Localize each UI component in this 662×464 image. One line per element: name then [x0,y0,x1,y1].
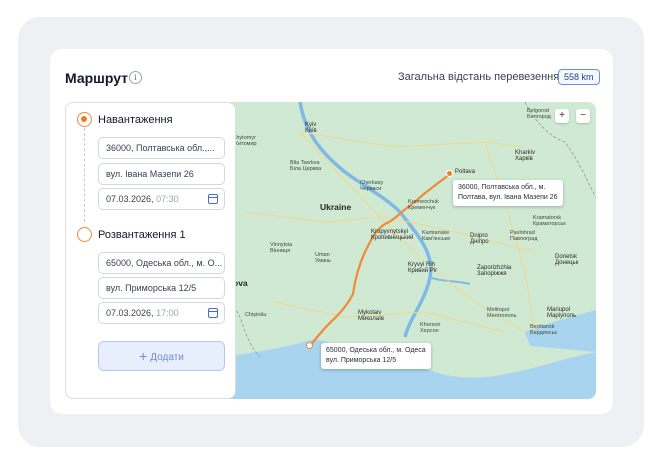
calendar-icon[interactable] [208,308,218,318]
map-label-mariupol: Mariupol Маріуполь [547,307,577,319]
route-connector [84,128,85,222]
map-label-kamianske: Kamianske Кам'янське [422,230,451,242]
loading-datetime-field[interactable]: 07.03.2026, 07:30 [98,188,225,210]
total-distance-badge: 558 km [558,69,600,85]
map-label-poltava: Poltava [455,169,476,175]
unloading-address-field[interactable]: 65000, Одеська обл., м. О... [98,252,225,274]
loading-street-field[interactable]: вул. Івана Мазепи 26 [98,163,225,185]
add-stop-label: Додати [150,352,184,363]
loading-time-value: 07:30 [156,194,179,204]
end-point-tooltip: 65000, Одеська обл., м. Одеса вул. Примо… [321,343,431,369]
route-end-pin[interactable] [306,342,313,349]
unloading-street-field[interactable]: вул. Приморська 12/5 [98,277,225,299]
map-label-cherkasy: Cherkasy Черкаси [360,180,384,192]
calendar-icon[interactable] [208,194,218,204]
plus-icon: + [139,348,148,364]
end-tooltip-line2: вул. Приморська 12/5 [326,357,397,364]
map-label-uman: Uman Умань [315,252,331,264]
map-label-kramatorsk: Kramatorsk Краматорськ [533,215,566,227]
unloading-time-value: 17:00 [156,308,179,318]
zoom-in-button[interactable]: + [555,109,569,123]
map-label-pavlohrad: Pavlohrad Павлоград [510,230,538,242]
map-label-kyiv: Kyiv Київ [305,122,317,134]
start-tooltip-line1: 36000, Полтавська обл., м. [458,184,546,191]
map-label-zhytomyr: Zhytomyr Житомир [233,135,257,147]
loading-stop-title: Навантаження [98,114,173,126]
map-label-kharkiv: Kharkiv Харків [515,150,536,162]
end-tooltip-line1: 65000, Одеська обл., м. Одеса [326,347,426,354]
map-label-dnipro: Dnipro Дніпро [470,233,489,245]
route-start-pin[interactable] [446,170,453,177]
add-stop-button[interactable]: + Додати [98,341,225,371]
info-icon[interactable]: i [129,71,142,84]
unloading-stop-title: Розвантаження 1 [98,229,186,241]
map-label-kremenchuk: Kremenchuk Кременчук [408,199,439,211]
total-distance-label: Загальна відстань перевезення [398,71,560,83]
unloading-date-value: 07.03.2026, [106,308,154,318]
map-label-mykolaiv: Mykolaiv Миколаїв [358,310,384,322]
map-label-belgorod: Belgorod Белгород [527,108,551,120]
start-tooltip-line2: Полтава, вул. Івана Мазепи 26 [458,194,558,201]
loading-stop-marker [77,112,92,127]
start-point-tooltip: 36000, Полтавська обл., м. Полтава, вул.… [453,180,563,206]
page-title: Маршрут [65,70,129,86]
loading-address-field[interactable]: 36000, Полтавська обл.,... [98,137,225,159]
map-label-melitopol: Melitopol Мелітополь [487,307,517,319]
unloading-stop-marker [77,227,92,242]
zoom-out-button[interactable]: − [576,109,590,123]
map-label-chisinau: Chișinău [245,312,267,318]
map-label-kryvyi-rih: Kryvyi Rih Кривий Ріг [408,262,438,274]
map-label-bila-tserkva: Bila Tserkva Біла Церква [290,160,322,172]
map-label-vinnytsia: Vinnytsia Вінниця [270,242,293,254]
unloading-datetime-field[interactable]: 07.03.2026, 17:00 [98,302,225,324]
map-label-kherson: Kherson Херсон [420,322,441,334]
loading-date-value: 07.03.2026, [106,194,154,204]
map-label-donetsk: Donetsk Донецьк [555,254,579,266]
map-label-ukraine: Ukraine [320,202,352,212]
map-label-berdiansk: Berdiansk Бердянськ [530,324,557,336]
map-label-kropyvnytskyi: Kropyvnytskyi Кропивницький [371,229,414,241]
map-label-zaporizhzhia: Zaporizhzhia Запоріжжя [477,265,512,277]
